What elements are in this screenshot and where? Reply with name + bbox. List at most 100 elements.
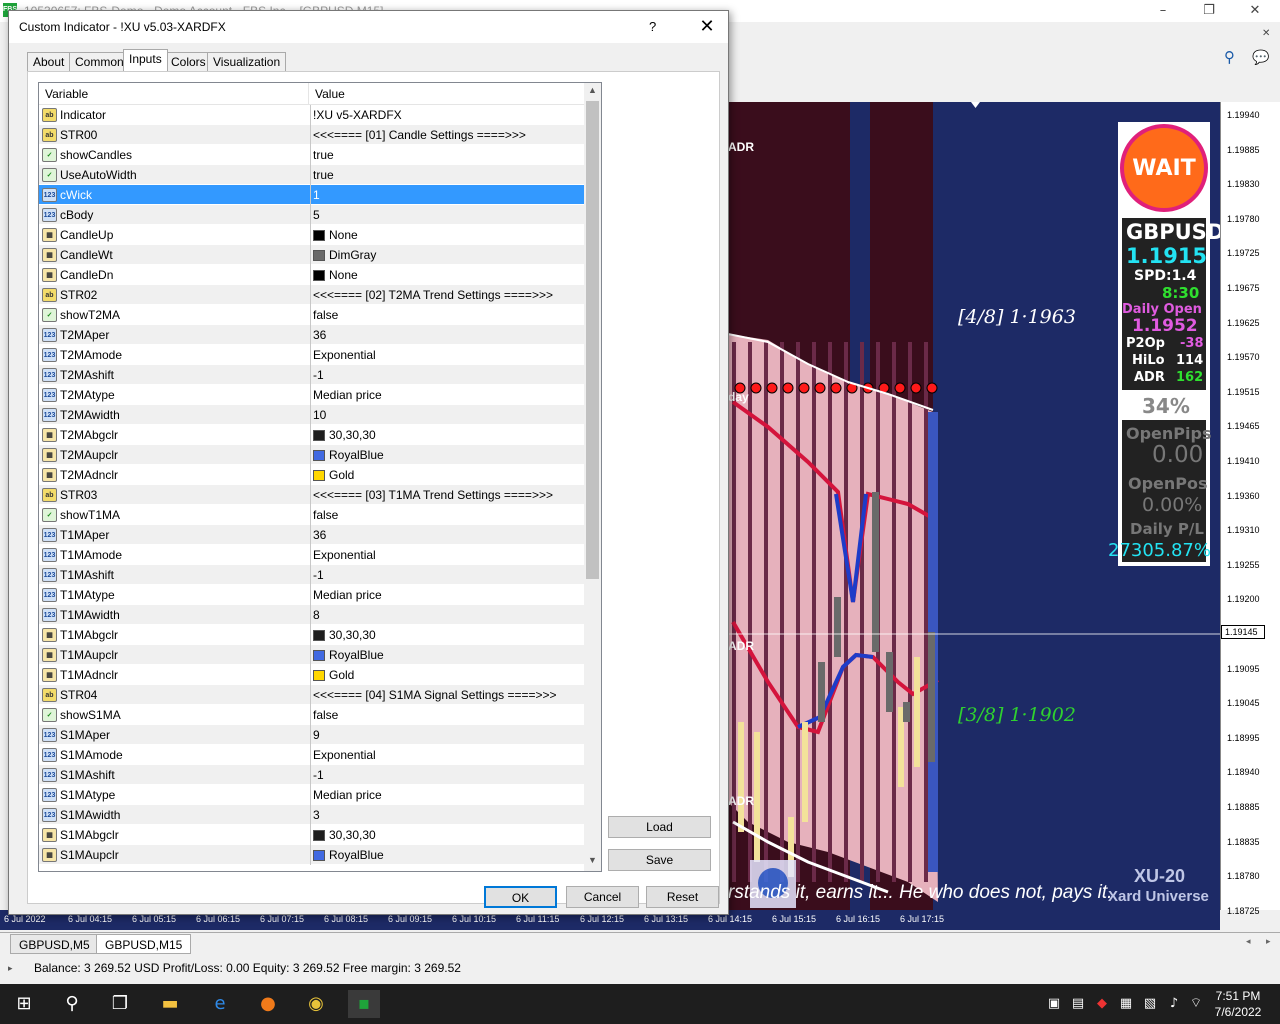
tab-inputs[interactable]: Inputs [123, 49, 168, 71]
edge-icon[interactable]: e [206, 990, 234, 1018]
variable-value[interactable]: -1 [313, 765, 324, 785]
input-row[interactable]: ▦ CandleUp None [39, 225, 584, 245]
input-row[interactable]: ▦ S1MAbgclr 30,30,30 [39, 825, 584, 845]
variable-value[interactable]: <<<==== [01] Candle Settings ====>>> [313, 125, 526, 145]
variable-value[interactable]: DimGray [313, 245, 376, 265]
chat-icon[interactable]: 💬 [1252, 50, 1269, 66]
column-value[interactable]: Value [309, 83, 345, 105]
taskbar-clock[interactable]: 7:51 PM 7/6/2022 [1206, 988, 1270, 1020]
input-row[interactable]: 123 cBody 5 [39, 205, 584, 225]
chart-tab-m5[interactable]: GBPUSD,M5 [10, 934, 99, 954]
variable-value[interactable]: <<<==== [04] S1MA Signal Settings ====>>… [313, 685, 557, 705]
variable-value[interactable]: 5 [313, 205, 320, 225]
chrome-icon[interactable]: ◉ [302, 990, 330, 1018]
task-view-icon[interactable]: ❐ [106, 990, 134, 1018]
tab-scroll-right-icon[interactable]: ▸ [1266, 936, 1271, 947]
variable-value[interactable]: RoyalBlue [313, 845, 384, 865]
input-row[interactable]: ▦ CandleWt DimGray [39, 245, 584, 265]
input-row[interactable]: ✓ showT2MA false [39, 305, 584, 325]
input-row[interactable]: ▦ T1MAdnclr Gold [39, 665, 584, 685]
fbs-taskbar-icon[interactable]: ▪ [348, 990, 380, 1018]
scrollbar-thumb[interactable] [586, 101, 599, 579]
input-row[interactable]: ▦ T2MAdnclr Gold [39, 465, 584, 485]
variable-value[interactable]: 1 [313, 185, 320, 205]
input-row[interactable]: ✓ showCandles true [39, 145, 584, 165]
start-icon[interactable]: ⊞ [10, 990, 38, 1018]
input-row[interactable]: ▦ T2MAupclr RoyalBlue [39, 445, 584, 465]
variable-value[interactable]: None [313, 265, 358, 285]
cancel-button[interactable]: Cancel [566, 886, 639, 908]
input-row[interactable]: 123 T2MAmode Exponential [39, 345, 584, 365]
input-row[interactable]: 123 S1MAtype Median price [39, 785, 584, 805]
variable-value[interactable]: 10 [313, 405, 326, 425]
input-row[interactable]: ✓ UseAutoWidth true [39, 165, 584, 185]
input-row[interactable]: ab Indicator !XU v5-XARDFX [39, 105, 584, 125]
input-row[interactable]: ab STR03 <<<==== [03] T1MA Trend Settings … [39, 485, 584, 505]
variable-value[interactable]: false [313, 505, 338, 525]
close-icon[interactable]: ✕ [1232, 0, 1278, 22]
variable-value[interactable]: Median price [313, 585, 382, 605]
input-row[interactable]: 123 S1MAwidth 3 [39, 805, 584, 825]
close-chart-icon[interactable]: ✕ [1262, 28, 1270, 39]
variable-value[interactable]: RoyalBlue [313, 445, 384, 465]
input-row[interactable]: 123 S1MAmode Exponential [39, 745, 584, 765]
variable-value[interactable]: Gold [313, 665, 354, 685]
scroll-down-icon[interactable]: ▼ [588, 855, 597, 865]
variable-value[interactable]: 8 [313, 605, 320, 625]
help-icon[interactable]: ? [649, 11, 669, 43]
variable-value[interactable]: Gold [313, 465, 354, 485]
tab-visualization[interactable]: Visualization [207, 52, 287, 71]
input-row[interactable]: ab STR00 <<<==== [01] Candle Settings ====… [39, 125, 584, 145]
tab-about[interactable]: About [27, 52, 71, 71]
input-row[interactable]: 123 T1MAwidth 8 [39, 605, 584, 625]
load-button[interactable]: Load [608, 816, 711, 838]
variable-value[interactable]: 30,30,30 [313, 425, 376, 445]
variable-value[interactable]: 30,30,30 [313, 825, 376, 845]
variable-value[interactable]: Median price [313, 385, 382, 405]
input-row[interactable]: 123 T2MAper 36 [39, 325, 584, 345]
variable-value[interactable]: <<<==== [02] T2MA Trend Settings ====>>> [313, 285, 553, 305]
input-row[interactable]: 123 T1MAtype Median price [39, 585, 584, 605]
variable-value[interactable]: RoyalBlue [313, 645, 384, 665]
variable-value[interactable]: -1 [313, 565, 324, 585]
input-row[interactable]: 123 T1MAmode Exponential [39, 545, 584, 565]
variable-value[interactable]: 30,30,30 [313, 625, 376, 645]
variable-value[interactable]: <<<==== [03] T1MA Trend Settings ====>>> [313, 485, 553, 505]
input-row[interactable]: ✓ showT1MA false [39, 505, 584, 525]
ok-button[interactable]: OK [484, 886, 557, 908]
variable-value[interactable]: -1 [313, 365, 324, 385]
input-row[interactable]: 123 T1MAper 36 [39, 525, 584, 545]
variable-value[interactable]: 3 [313, 805, 320, 825]
variable-value[interactable]: false [313, 305, 338, 325]
tab-scroll-left-icon[interactable]: ◂ [1246, 936, 1251, 947]
taskbar-search-icon[interactable]: ⚲ [58, 990, 86, 1018]
grid-scrollbar[interactable]: ▲ ▼ [584, 83, 601, 871]
input-row[interactable]: 123 T2MAshift -1 [39, 365, 584, 385]
input-row[interactable]: ▦ T1MAbgclr 30,30,30 [39, 625, 584, 645]
input-row[interactable]: ▦ T2MAbgclr 30,30,30 [39, 425, 584, 445]
file-explorer-icon[interactable]: ▬ [156, 990, 184, 1018]
chart-tab-m15[interactable]: GBPUSD,M15 [96, 934, 192, 954]
tab-colors[interactable]: Colors [165, 52, 212, 71]
input-row[interactable]: ▦ S1MAupclr RoyalBlue [39, 845, 584, 865]
save-button[interactable]: Save [608, 849, 711, 871]
variable-value[interactable]: 36 [313, 325, 326, 345]
variable-value[interactable]: !XU v5-XARDFX [313, 105, 402, 125]
variable-value[interactable]: true [313, 145, 334, 165]
scroll-up-icon[interactable]: ▲ [588, 85, 597, 95]
restore-icon[interactable]: ❐ [1186, 0, 1232, 22]
input-row[interactable]: 123 S1MAshift -1 [39, 765, 584, 785]
input-row[interactable]: 123 S1MAper 9 [39, 725, 584, 745]
dialog-close-icon[interactable]: ✕ [692, 11, 722, 43]
variable-value[interactable]: 36 [313, 525, 326, 545]
variable-value[interactable]: None [313, 225, 358, 245]
variable-value[interactable]: Exponential [313, 545, 376, 565]
input-row[interactable]: ▦ T1MAupclr RoyalBlue [39, 645, 584, 665]
variable-value[interactable]: Median price [313, 785, 382, 805]
input-row[interactable]: 123 T1MAshift -1 [39, 565, 584, 585]
variable-value[interactable]: Exponential [313, 745, 376, 765]
tab-common[interactable]: Common [69, 52, 130, 71]
variable-value[interactable]: false [313, 705, 338, 725]
minimize-icon[interactable]: – [1140, 0, 1186, 22]
variable-value[interactable]: 9 [313, 725, 320, 745]
